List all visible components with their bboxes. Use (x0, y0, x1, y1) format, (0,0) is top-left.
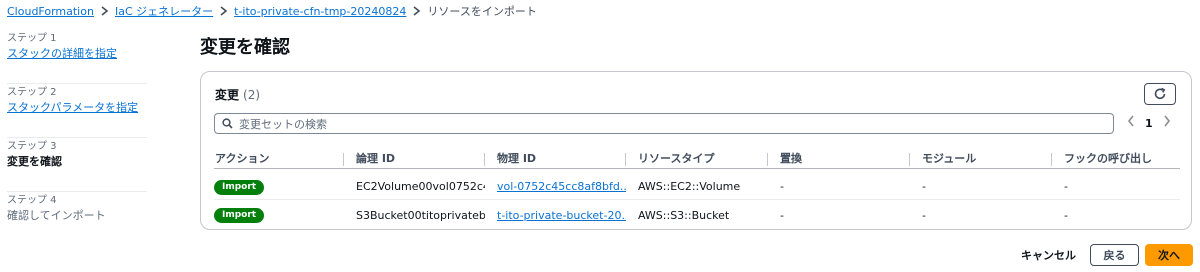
wizard-step-2: ステップ 2 スタックパラメータを指定 (7, 84, 147, 138)
changes-panel: 変更 (2) 変更セットの検索 1 アクション 論理 ID 物理 ID リソースタ… (200, 71, 1192, 230)
panel-count: (2) (243, 88, 261, 102)
column-header-hooks[interactable]: フックの呼び出し (1052, 149, 1180, 168)
replacement-cell: - (780, 208, 784, 222)
column-header-label: 置換 (780, 152, 802, 165)
page-number[interactable]: 1 (1145, 117, 1153, 130)
column-header-label: 物理 ID (497, 152, 537, 165)
table-header: アクション 論理 ID 物理 ID リソースタイプ 置換 モジュール フックの呼… (214, 149, 1180, 169)
column-header-label: モジュール (922, 152, 977, 165)
column-header-physical-id[interactable]: 物理 ID (485, 149, 626, 168)
column-header-module[interactable]: モジュール (910, 149, 1052, 168)
column-header-label: リソースタイプ (638, 152, 715, 165)
column-header-action[interactable]: アクション (214, 149, 344, 168)
column-header-label: 論理 ID (356, 152, 396, 165)
logical-id-cell: S3Bucket00titoprivatebucket (356, 208, 485, 222)
module-cell: - (922, 208, 926, 222)
breadcrumb-cloudformation[interactable]: CloudFormation (7, 5, 94, 18)
chevron-right-icon (412, 6, 421, 16)
logical-id-cell: EC2Volume00vol0752c45cc8 (356, 180, 485, 193)
column-header-logical-id[interactable]: 論理 ID (344, 149, 485, 168)
breadcrumb: CloudFormation IaC ジェネレーター t-ito-private… (7, 3, 537, 19)
step-number: ステップ 4 (7, 195, 57, 206)
chevron-right-icon (219, 6, 228, 16)
pagination: 1 (1127, 115, 1171, 131)
cancel-button[interactable]: キャンセル (1021, 247, 1076, 263)
wizard-step-1: ステップ 1 スタックの詳細を指定 (7, 30, 147, 84)
search-input[interactable]: 変更セットの検索 (214, 113, 1114, 134)
step-link-stack-parameters[interactable]: スタックパラメータを指定 (7, 100, 147, 116)
panel-header: 変更 (2) (215, 86, 260, 103)
search-placeholder: 変更セットの検索 (239, 117, 327, 131)
chevron-right-icon (100, 6, 109, 16)
breadcrumb-template[interactable]: t-ito-private-cfn-tmp-20240824 (234, 5, 406, 18)
breadcrumb-iac-generator[interactable]: IaC ジェネレーター (115, 3, 213, 19)
column-header-label: アクション (215, 152, 270, 165)
table-row: Import S3Bucket00titoprivatebucket t-ito… (214, 202, 1180, 228)
step-current-review-changes: 変更を確認 (7, 155, 62, 168)
resource-type-cell: AWS::S3::Bucket (638, 208, 730, 222)
step-link-stack-details[interactable]: スタックの詳細を指定 (7, 46, 147, 62)
physical-id-link[interactable]: t-ito-private-bucket-20... (497, 209, 626, 222)
resource-type-cell: AWS::EC2::Volume (638, 180, 741, 193)
column-header-resource-type[interactable]: リソースタイプ (626, 149, 768, 168)
module-cell: - (922, 180, 926, 193)
replacement-cell: - (780, 180, 784, 193)
step-number: ステップ 2 (7, 87, 57, 98)
chevron-left-icon[interactable] (1127, 115, 1135, 131)
step-number: ステップ 3 (7, 141, 57, 152)
panel-title: 変更 (215, 88, 240, 102)
back-button[interactable]: 戻る (1090, 244, 1139, 266)
breadcrumb-current: リソースをインポート (427, 5, 537, 18)
refresh-button[interactable] (1144, 83, 1176, 105)
step-number: ステップ 1 (7, 33, 57, 44)
refresh-icon (1154, 87, 1166, 100)
wizard-steps: ステップ 1 スタックの詳細を指定 ステップ 2 スタックパラメータを指定 ステ… (7, 30, 147, 246)
step-disabled-review-import: 確認してインポート (7, 209, 106, 222)
table-row: Import EC2Volume00vol0752c45cc8 vol-0752… (214, 174, 1180, 200)
chevron-right-icon[interactable] (1163, 115, 1171, 131)
action-badge: Import (214, 179, 265, 195)
column-header-label: フックの呼び出し (1064, 152, 1152, 165)
action-badge: Import (214, 208, 265, 223)
hooks-cell: - (1064, 208, 1068, 222)
search-icon (222, 118, 233, 129)
next-button[interactable]: 次へ (1145, 244, 1193, 266)
wizard-step-4: ステップ 4 確認してインポート (7, 192, 147, 246)
wizard-step-3: ステップ 3 変更を確認 (7, 138, 147, 192)
hooks-cell: - (1064, 180, 1068, 193)
column-header-replacement[interactable]: 置換 (768, 149, 910, 168)
page-title: 変更を確認 (200, 37, 290, 58)
physical-id-link[interactable]: vol-0752c45cc8af8bfd... (497, 180, 626, 193)
